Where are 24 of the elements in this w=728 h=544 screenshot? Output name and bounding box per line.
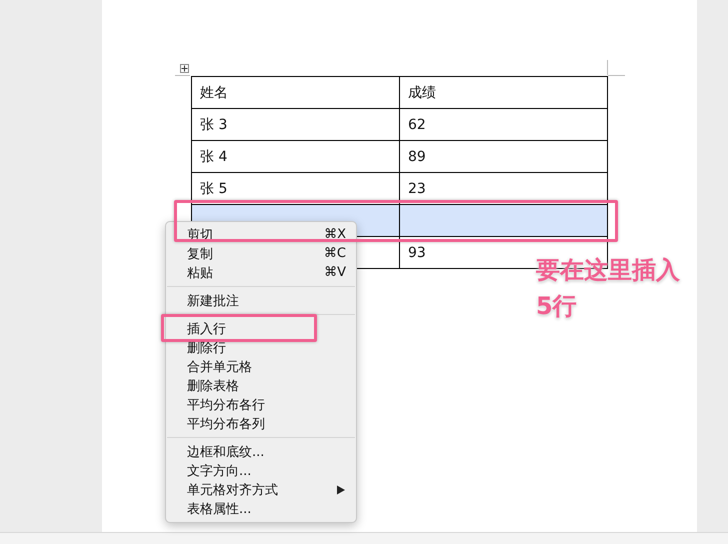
menu-item[interactable]: 表格属性... [166,499,256,518]
menu-item[interactable]: 平均分布各列 [166,414,269,433]
menu-item[interactable]: 单元格对齐方式 [166,480,356,499]
shortcut-label: ⌘V [324,265,346,280]
table-cell: 张 3 [192,108,400,140]
column-header: 成绩 [400,76,608,108]
shortcut-label: ⌘C [324,246,346,261]
table-cell: 62 [400,108,608,140]
submenu-arrow-icon [336,484,346,494]
menu-item[interactable]: 新建批注 [166,291,243,310]
menu-item[interactable]: 插入行 [166,319,230,338]
menu-item[interactable]: 文字方向... [166,461,256,480]
menu-item[interactable]: 平均分布各行 [166,395,269,414]
menu-item[interactable]: 边框和底纹... [166,442,268,461]
shortcut-label: ⌘X [324,227,346,242]
table-cell: 张 4 [192,140,400,172]
menu-item[interactable]: 合并单元格 [166,357,256,376]
table-move-handle-icon[interactable] [180,64,189,73]
table-cell: 89 [400,140,608,172]
column-header: 姓名 [192,76,400,108]
menu-item[interactable]: 删除行 [166,338,230,357]
menu-item[interactable]: 删除表格 [166,376,243,395]
menu-item[interactable]: 复制 ⌘C [166,244,356,263]
menu-item[interactable]: 粘贴 ⌘V [166,263,356,282]
